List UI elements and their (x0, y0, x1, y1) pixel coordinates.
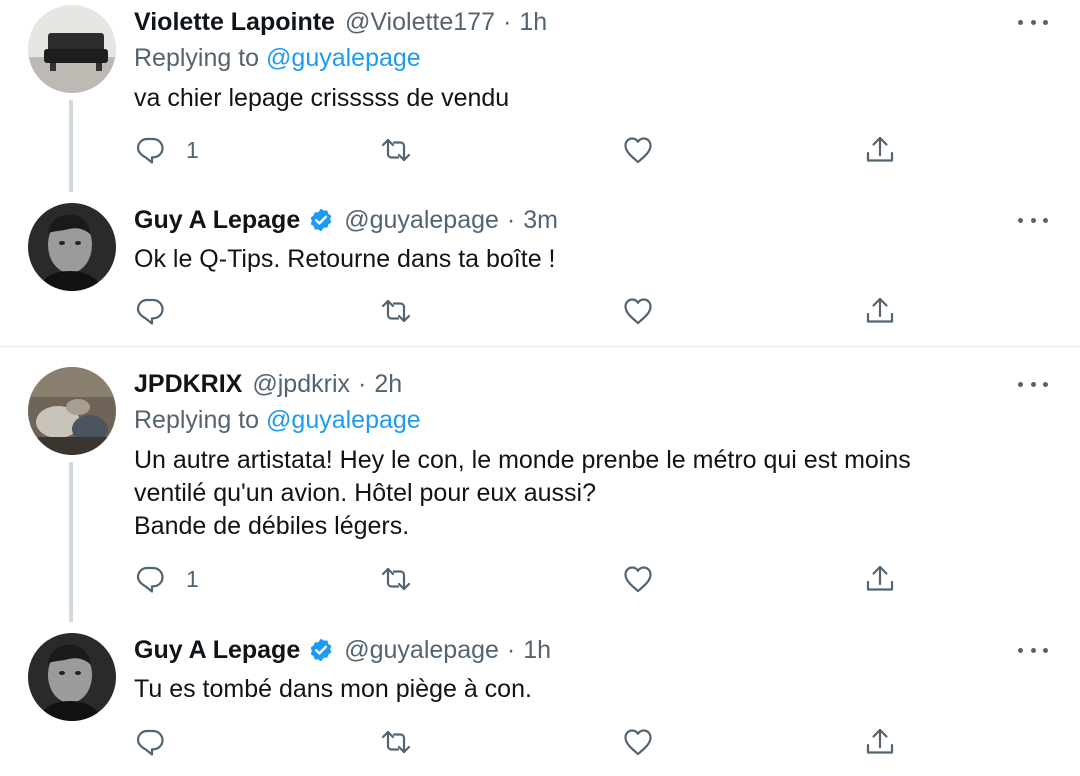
separator-dot: · (502, 7, 512, 36)
thread-line (69, 462, 73, 622)
avatar-jpdkrix[interactable] (28, 367, 116, 455)
tweet-header: Violette Lapointe @Violette177 · 1h (134, 6, 547, 38)
like-button[interactable] (622, 295, 654, 327)
heart-icon (624, 137, 652, 164)
tweet-text: va chier lepage crisssss de vendu (134, 84, 510, 112)
tweet-text: Un autre artistata! Hey le con, le monde… (134, 446, 911, 540)
avatar-guy-lepage[interactable] (28, 633, 116, 721)
more-icon[interactable] (1018, 374, 1048, 394)
share-button[interactable] (864, 563, 896, 595)
author-name[interactable]: Guy A Lepage (134, 636, 300, 665)
author-name[interactable]: Guy A Lepage (134, 206, 300, 235)
thread-line (69, 100, 73, 192)
replying-mention-link[interactable]: @guyalepage (266, 406, 421, 434)
avatar-image (28, 5, 116, 93)
replying-label: Replying to (134, 44, 260, 72)
more-icon[interactable] (1018, 12, 1048, 32)
share-icon (866, 297, 894, 323)
tweet-guy-lepage-2[interactable]: Guy A Lepage @guyalepage · 1h Tu es tomb… (0, 622, 1076, 776)
share-icon (866, 136, 894, 162)
timestamp[interactable]: 2h (374, 370, 402, 399)
replying-to: Replying to @guyalepage (134, 44, 421, 73)
reply-count: 1 (186, 565, 199, 592)
retweet-icon (381, 138, 411, 162)
tweet-text: Ok le Q-Tips. Retourne dans ta boîte ! (134, 245, 556, 273)
separator-dot: · (506, 205, 516, 234)
avatar-violette[interactable] (28, 5, 116, 93)
tweet-actions (134, 295, 934, 327)
reply-button[interactable] (134, 726, 186, 758)
reply-icon (136, 566, 164, 593)
like-button[interactable] (622, 134, 654, 166)
reply-icon (136, 298, 164, 325)
author-name[interactable]: JPDKRIX (134, 370, 242, 399)
retweet-button[interactable] (380, 134, 412, 166)
avatar-image (28, 367, 116, 455)
reply-icon (136, 137, 164, 164)
verified-badge-icon (310, 638, 332, 662)
avatar-image (28, 633, 116, 721)
retweet-icon (381, 299, 411, 323)
author-handle[interactable]: @jpdkrix (252, 370, 350, 399)
timestamp[interactable]: 1h (519, 8, 547, 37)
separator-dot: · (358, 369, 367, 398)
share-button[interactable] (864, 726, 896, 758)
more-icon[interactable] (1018, 640, 1048, 660)
tweet-actions: 1 (134, 563, 934, 595)
author-name[interactable]: Violette Lapointe (134, 8, 335, 37)
share-icon (866, 565, 894, 591)
timestamp[interactable]: 1h (523, 636, 551, 665)
replying-label: Replying to (134, 406, 260, 434)
retweet-button[interactable] (380, 726, 412, 758)
author-handle[interactable]: @Violette177 (345, 8, 495, 37)
reply-icon (136, 729, 164, 756)
tweet-text: Tu es tombé dans mon piège à con. (134, 675, 532, 703)
tweet-violette[interactable]: Violette Lapointe @Violette177 · 1h Repl… (0, 0, 1076, 192)
share-button[interactable] (864, 134, 896, 166)
heart-icon (624, 729, 652, 756)
author-handle[interactable]: @guyalepage (344, 206, 499, 235)
replying-to: Replying to @guyalepage (134, 406, 421, 435)
share-icon (866, 728, 894, 754)
tweet-actions: 1 (134, 134, 934, 166)
like-button[interactable] (622, 726, 654, 758)
tweet-header: Guy A Lepage @guyalepage · 1h (134, 634, 551, 666)
retweet-icon (381, 567, 411, 591)
tweet-header: Guy A Lepage @guyalepage · 3m (134, 204, 558, 236)
retweet-icon (381, 730, 411, 754)
retweet-button[interactable] (380, 563, 412, 595)
tweet-actions (134, 726, 934, 758)
reply-button[interactable]: 1 (134, 563, 199, 595)
tweet-guy-lepage-1[interactable]: Guy A Lepage @guyalepage · 3m Ok le Q-Ti… (0, 192, 1076, 345)
like-button[interactable] (622, 563, 654, 595)
avatar-guy-lepage[interactable] (28, 203, 116, 291)
reply-button[interactable] (134, 295, 186, 327)
verified-badge-icon (310, 208, 332, 232)
more-icon[interactable] (1018, 210, 1048, 230)
heart-icon (624, 566, 652, 593)
replying-mention-link[interactable]: @guyalepage (266, 44, 421, 72)
tweet-header: JPDKRIX @jpdkrix · 2h (134, 368, 402, 400)
avatar-image (28, 203, 116, 291)
reply-count: 1 (186, 136, 199, 163)
author-handle[interactable]: @guyalepage (344, 636, 499, 665)
reply-button[interactable]: 1 (134, 134, 199, 166)
tweet-jpdkrix[interactable]: JPDKRIX @jpdkrix · 2h Replying to @guyal… (0, 347, 1076, 622)
retweet-button[interactable] (380, 295, 412, 327)
separator-dot: · (506, 635, 516, 664)
heart-icon (624, 298, 652, 325)
share-button[interactable] (864, 295, 896, 327)
timestamp[interactable]: 3m (523, 206, 558, 235)
